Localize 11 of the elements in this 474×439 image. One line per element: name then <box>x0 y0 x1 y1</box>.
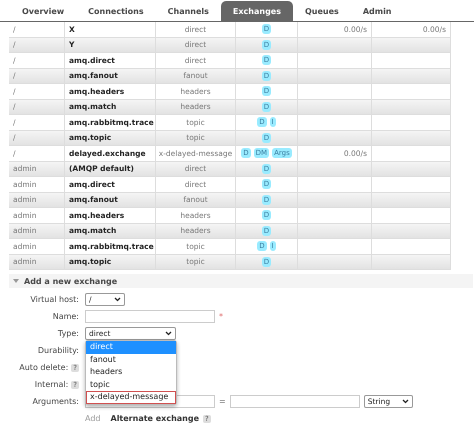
field-label: Arguments: <box>32 397 79 406</box>
field-label: Virtual host: <box>30 295 79 304</box>
alternate-exchange-label: Alternate exchange <box>110 414 200 423</box>
section-title: Add a new exchange <box>24 276 118 286</box>
field-label: Auto delete: <box>19 363 68 372</box>
required-mark: * <box>219 312 223 321</box>
equals-sign: = <box>219 397 226 406</box>
field-label: Name: <box>52 312 79 321</box>
field-label: Durability: <box>38 346 79 355</box>
field-label: Internal: <box>34 380 68 389</box>
field-label: Type: <box>58 329 79 338</box>
